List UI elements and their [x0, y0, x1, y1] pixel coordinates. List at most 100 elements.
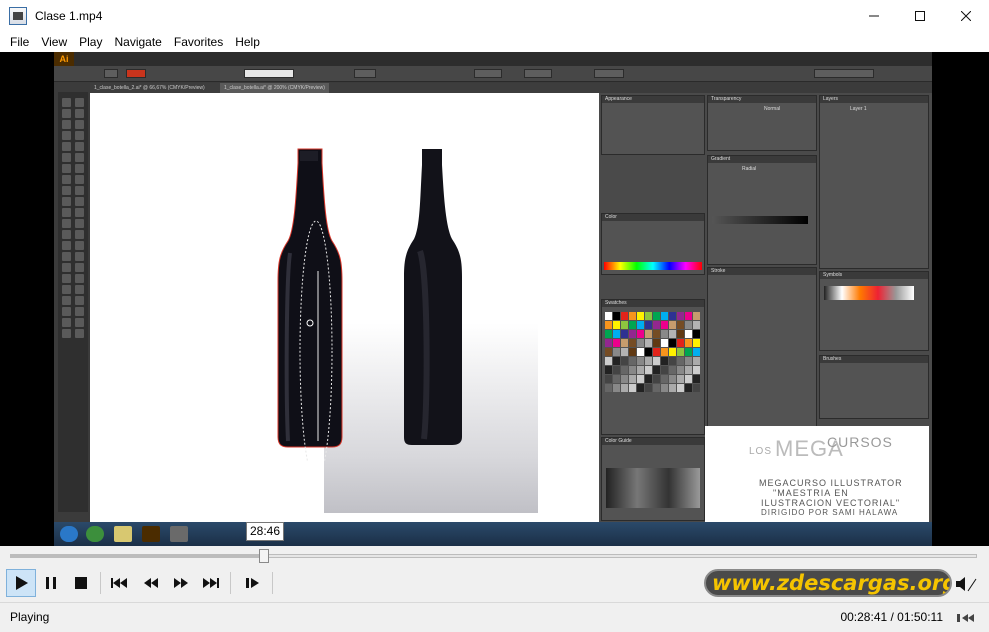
panel-gradient: Gradient Radial — [707, 155, 817, 265]
ai-menubar: Ai — [54, 52, 932, 66]
next-button[interactable] — [196, 569, 226, 597]
swatch-cell — [677, 339, 684, 347]
swatch-cell — [685, 312, 692, 320]
ai-tool-button — [75, 318, 84, 327]
swatch-cell — [645, 366, 652, 374]
swatch-cell — [605, 366, 612, 374]
swatch-cell — [677, 348, 684, 356]
resize-grip-icon[interactable] — [957, 612, 975, 624]
stop-icon — [75, 577, 87, 589]
maximize-icon — [915, 11, 925, 21]
swatch-cell — [613, 357, 620, 365]
ai-tool-button — [62, 109, 71, 118]
swatch-cell — [637, 312, 644, 320]
menu-help[interactable]: Help — [229, 32, 266, 52]
swatch-cell — [605, 339, 612, 347]
swatch-cell — [685, 321, 692, 329]
volume-icon[interactable] — [955, 576, 977, 592]
reference-bottle — [404, 149, 462, 445]
swatch-cell — [621, 357, 628, 365]
play-button[interactable] — [6, 569, 36, 597]
menu-favorites[interactable]: Favorites — [168, 32, 229, 52]
blend-mode: Normal — [764, 106, 781, 112]
ai-tool-button — [75, 109, 84, 118]
swatch-cell — [605, 375, 612, 383]
swatch-cell — [693, 348, 700, 356]
ai-tool-button — [75, 98, 84, 107]
swatch-cell — [629, 321, 636, 329]
ai-tool-button — [75, 285, 84, 294]
seek-track[interactable] — [10, 554, 977, 558]
swatch-cell — [693, 357, 700, 365]
stop-button[interactable] — [66, 569, 96, 597]
swatch-cell — [677, 312, 684, 320]
frame-step-button[interactable] — [238, 569, 268, 597]
swatch-cell — [605, 321, 612, 329]
ai-tool-button — [62, 120, 71, 129]
swatch-cell — [637, 321, 644, 329]
swatch-cell — [621, 375, 628, 383]
swatch-cell — [653, 348, 660, 356]
swatch-cell — [645, 321, 652, 329]
menu-view[interactable]: View — [35, 32, 73, 52]
ai-tool-button — [62, 175, 71, 184]
close-button[interactable] — [943, 0, 989, 32]
panel-layers: Layers Layer 1 — [819, 95, 929, 269]
window-controls — [851, 0, 989, 32]
swatch-cell — [637, 357, 644, 365]
swatch-cell — [629, 384, 636, 392]
fast-forward-button[interactable] — [166, 569, 196, 597]
swatch-cell — [669, 357, 676, 365]
ai-tool-button — [75, 142, 84, 151]
swatch-cell — [613, 330, 620, 338]
status-bar: Playing 00:28:41 / 01:50:11 — [0, 602, 989, 632]
ai-tool-button — [62, 274, 71, 283]
swatch-cell — [645, 348, 652, 356]
seek-bar[interactable] — [0, 546, 989, 566]
video-frame-illustrator: Ai 1_clase_botella_2.ai* @ 66,67% (CMYK/… — [54, 52, 932, 546]
swatch-cell — [661, 375, 668, 383]
rewind-button[interactable] — [136, 569, 166, 597]
pause-button[interactable] — [36, 569, 66, 597]
panel-color-guide: Color Guide — [601, 437, 705, 521]
menu-play[interactable]: Play — [73, 32, 108, 52]
swatch-cell — [661, 348, 668, 356]
ai-tool-button — [75, 164, 84, 173]
swatch-cell — [629, 357, 636, 365]
logo-los: LOS — [749, 446, 773, 457]
seek-thumb[interactable] — [259, 549, 270, 563]
ai-doc-tab: 1_clase_botella.ai* @ 200% (CMYK/Preview… — [220, 83, 329, 93]
ai-tool-button — [62, 98, 71, 107]
swatch-cell — [621, 384, 628, 392]
swatch-cell — [693, 330, 700, 338]
swatch-cell — [677, 357, 684, 365]
gradient-type: Radial — [742, 166, 757, 172]
swatch-cell — [661, 312, 668, 320]
title-bar: Clase 1.mp4 — [0, 0, 989, 32]
controls-separator — [100, 572, 101, 594]
ai-tool-button — [62, 241, 71, 250]
menu-navigate[interactable]: Navigate — [108, 32, 167, 52]
ai-tool-button — [62, 285, 71, 294]
swatch-cell — [677, 330, 684, 338]
swatch-cell — [637, 384, 644, 392]
swatch-cell — [693, 384, 700, 392]
minimize-button[interactable] — [851, 0, 897, 32]
maximize-button[interactable] — [897, 0, 943, 32]
swatch-cell — [693, 339, 700, 347]
swatch-cell — [685, 339, 692, 347]
video-taskbar — [54, 522, 932, 546]
swatch-cell — [605, 348, 612, 356]
menu-file[interactable]: File — [4, 32, 35, 52]
swatch-cell — [693, 366, 700, 374]
menu-bar: File View Play Navigate Favorites Help — [0, 32, 989, 52]
ai-tool-button — [75, 175, 84, 184]
swatch-cell — [653, 339, 660, 347]
swatch-cell — [685, 366, 692, 374]
course-line: DIRIGIDO POR SAMI HALAWA — [761, 508, 899, 517]
swatch-cell — [669, 384, 676, 392]
ai-tool-button — [62, 197, 71, 206]
previous-button[interactable] — [104, 569, 134, 597]
swatch-cell — [685, 375, 692, 383]
video-area[interactable]: Ai 1_clase_botella_2.ai* @ 66,67% (CMYK/… — [0, 52, 989, 546]
